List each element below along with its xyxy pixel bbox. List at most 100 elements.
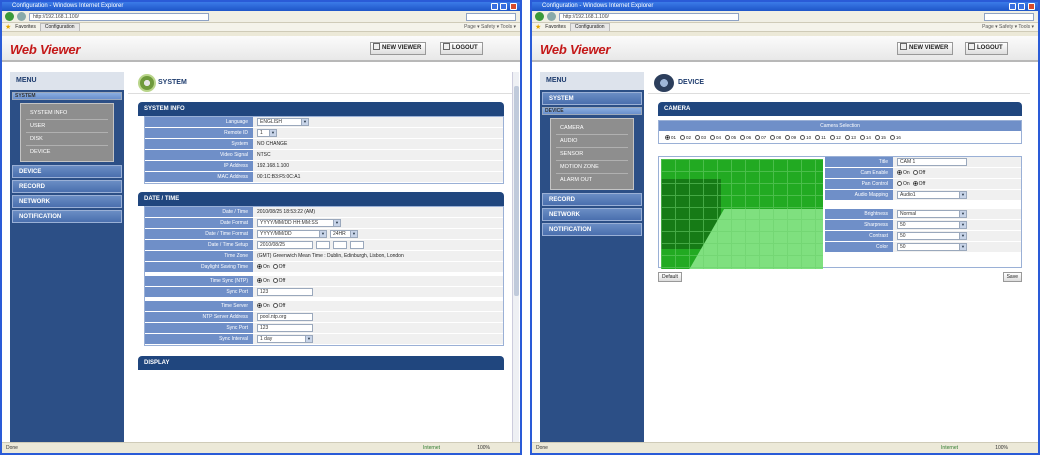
sidebar-item-device[interactable]: DEVICE <box>542 107 642 115</box>
submenu-item-camera[interactable]: CAMERA <box>556 122 628 135</box>
back-icon[interactable] <box>5 12 14 21</box>
channel-radio[interactable]: 02 <box>680 134 691 140</box>
channel-radio[interactable]: 03 <box>695 134 706 140</box>
sidebar-item-system[interactable]: SYSTEM <box>542 92 642 105</box>
sharpness-select[interactable]: 50 ▼ <box>897 221 967 229</box>
camera-panel: Title CAM 1 Cam Enable On Off Pan Control On… <box>658 156 1022 269</box>
ntp-server-input[interactable]: pool.ntp.org <box>257 313 313 321</box>
sidebar-item-network[interactable]: NETWORK <box>12 195 122 208</box>
submenu-item-audio[interactable]: AUDIO <box>556 135 628 148</box>
ntp-on-radio[interactable]: On <box>257 278 270 284</box>
minimize-button[interactable] <box>491 3 498 10</box>
date-setup-input[interactable]: 2010/08/25 <box>257 241 313 249</box>
date-time-format-select[interactable]: YYYY/MM/DD ▼ <box>257 230 327 238</box>
sidebar-item-system[interactable]: SYSTEM <box>12 92 122 100</box>
channel-radio[interactable]: 12 <box>829 134 841 140</box>
channel-radio[interactable]: 08 <box>770 134 781 140</box>
new-viewer-button[interactable]: NEW VIEWER <box>897 42 954 55</box>
channel-radio[interactable]: 07 <box>755 134 766 140</box>
channel-radio[interactable]: 14 <box>859 134 871 140</box>
channel-radio[interactable]: 10 <box>800 134 811 140</box>
submenu-item-system-info[interactable]: SYSTEM INFO <box>26 107 108 120</box>
pan-on-radio[interactable]: On <box>897 181 910 187</box>
sidebar-item-notification[interactable]: NOTIFICATION <box>12 210 122 223</box>
channel-radio[interactable]: 13 <box>844 134 856 140</box>
channel-radio[interactable]: 16 <box>889 134 901 140</box>
close-button[interactable] <box>510 3 517 10</box>
status-bar: Done Internet 100% <box>532 442 1038 453</box>
date-format-select[interactable]: YYYY/MM/DD HH:MM:SS ▼ <box>257 219 341 227</box>
logout-button[interactable]: LOGOUT <box>440 42 483 55</box>
sidebar-item-device[interactable]: DEVICE <box>12 165 122 178</box>
channel-radio[interactable]: 01 <box>665 134 676 140</box>
address-bar[interactable]: http://192.168.1.100/ <box>29 12 209 21</box>
new-viewer-button[interactable]: NEW VIEWER <box>370 42 427 55</box>
submenu-item-motion-zone[interactable]: MOTION ZONE <box>556 161 628 174</box>
contrast-select[interactable]: 50 ▼ <box>897 232 967 240</box>
maximize-button[interactable] <box>500 3 507 10</box>
sync-port-input[interactable]: 123 <box>257 288 313 296</box>
gear-icon <box>138 74 156 92</box>
scrollbar[interactable] <box>512 72 519 442</box>
sidebar-item-network[interactable]: NETWORK <box>542 208 642 221</box>
sidebar-item-notification[interactable]: NOTIFICATION <box>542 223 642 236</box>
address-bar[interactable]: http://192.168.1.100/ <box>559 12 739 21</box>
server-off-radio[interactable]: Off <box>272 303 285 309</box>
cam-enable-on-radio[interactable]: On <box>897 170 910 176</box>
dst-off-radio[interactable]: Off <box>272 264 285 270</box>
forward-icon[interactable] <box>17 12 26 21</box>
command-bar[interactable]: Page ▾ Safety ▾ Tools ▾ <box>982 24 1038 30</box>
submenu-item-alarm-out[interactable]: ALARM OUT <box>556 174 628 186</box>
logout-button[interactable]: LOGOUT <box>965 42 1008 55</box>
sidebar-item-record[interactable]: RECORD <box>542 193 642 206</box>
search-box[interactable] <box>984 12 1034 21</box>
browser-tab[interactable]: Configuration <box>39 23 80 31</box>
sync-interval-select[interactable]: 1 day ▼ <box>257 335 313 343</box>
scrollbar-thumb[interactable] <box>514 86 519 296</box>
save-button[interactable]: Save <box>1002 272 1022 282</box>
submenu-item-user[interactable]: USER <box>26 120 108 133</box>
zoom-text[interactable]: 100% <box>995 443 1008 453</box>
zoom-text[interactable]: 100% <box>477 443 490 453</box>
command-bar[interactable]: Page ▾ Safety ▾ Tools ▾ <box>464 24 520 30</box>
star-icon[interactable]: ★ <box>535 24 541 31</box>
channel-radio[interactable]: 11 <box>815 134 826 140</box>
close-button[interactable] <box>1028 3 1035 10</box>
hour-format-select[interactable]: 24HR ▼ <box>330 230 358 238</box>
forward-icon[interactable] <box>547 12 556 21</box>
channel-radio[interactable]: 09 <box>785 134 796 140</box>
favorites-label[interactable]: Favorites <box>545 24 566 30</box>
form-row: Time Server On Off <box>145 301 503 312</box>
minimize-button[interactable] <box>1009 3 1016 10</box>
channel-radio[interactable]: 15 <box>874 134 886 140</box>
channel-radio[interactable]: 05 <box>725 134 736 140</box>
audio-mapping-select[interactable]: Audio1 ▼ <box>897 191 967 199</box>
channel-radio[interactable]: 04 <box>710 134 721 140</box>
language-select[interactable]: ENGLISH ▼ <box>257 118 309 126</box>
submenu-item-device[interactable]: DEVICE <box>26 146 108 158</box>
maximize-button[interactable] <box>1018 3 1025 10</box>
time-zone-value[interactable]: (GMT) Greenwich Mean Time : Dublin, Edin… <box>253 251 503 261</box>
dst-on-radio[interactable]: On <box>257 264 270 270</box>
server-on-radio[interactable]: On <box>257 303 270 309</box>
remote-id-select[interactable]: 1 ▼ <box>257 129 277 137</box>
search-box[interactable] <box>466 12 516 21</box>
default-button[interactable]: Default <box>658 272 682 282</box>
submenu-item-disk[interactable]: DISK <box>26 133 108 146</box>
sidebar-item-record[interactable]: RECORD <box>12 180 122 193</box>
channel-radio[interactable]: 06 <box>740 134 751 140</box>
brightness-select[interactable]: Normal ▼ <box>897 210 967 218</box>
back-icon[interactable] <box>535 12 544 21</box>
submenu-item-sensor[interactable]: SENSOR <box>556 148 628 161</box>
chevron-down-icon: ▼ <box>959 222 966 228</box>
browser-tab[interactable]: Configuration <box>569 23 610 31</box>
camera-title-input[interactable]: CAM 1 <box>897 158 967 166</box>
nav-bar: http://192.168.1.100/ <box>532 11 1038 23</box>
sync-port-input-2[interactable]: 123 <box>257 324 313 332</box>
star-icon[interactable]: ★ <box>5 24 11 31</box>
pan-off-radio[interactable]: Off <box>912 181 925 187</box>
favorites-label[interactable]: Favorites <box>15 24 36 30</box>
cam-enable-off-radio[interactable]: Off <box>912 170 925 176</box>
ntp-off-radio[interactable]: Off <box>272 278 285 284</box>
color-select[interactable]: 50 ▼ <box>897 243 967 251</box>
